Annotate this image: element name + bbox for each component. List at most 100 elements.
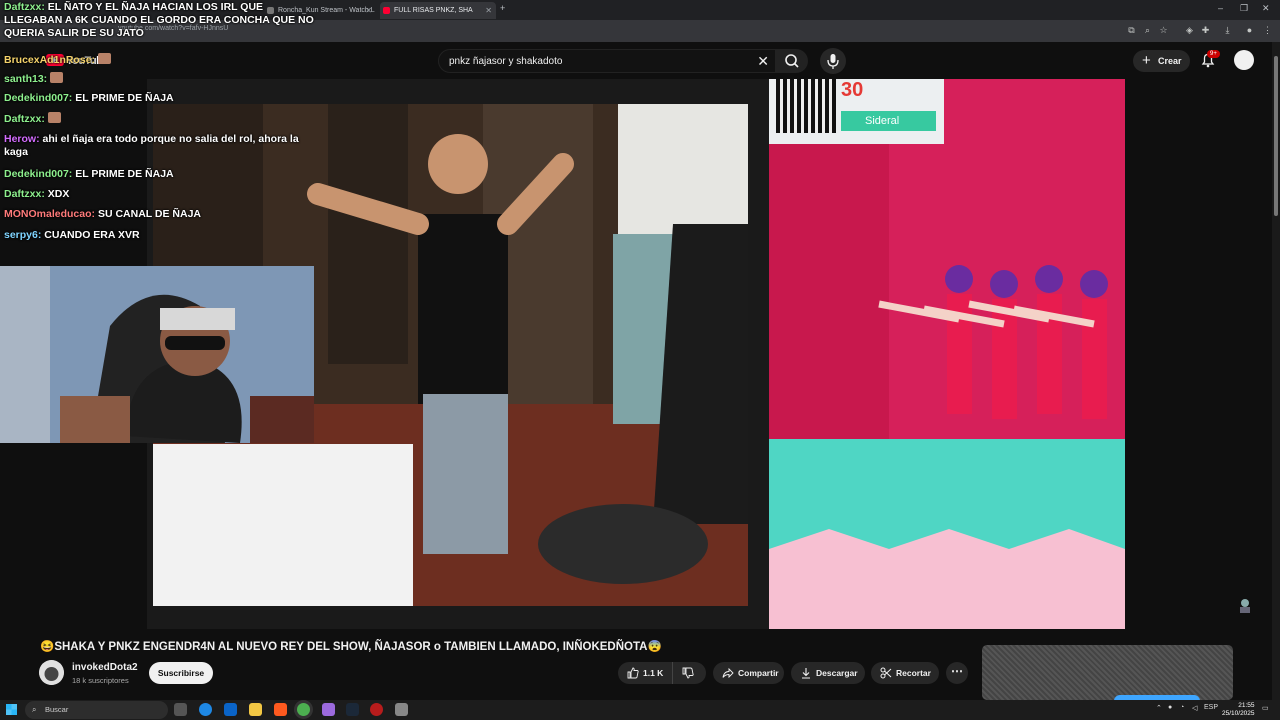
- chat-message: Daftzxx: XDX: [4, 188, 69, 201]
- puzzle-icon[interactable]: ✚: [1200, 25, 1211, 36]
- clear-search-icon[interactable]: ✕: [757, 53, 769, 70]
- video-title: 😆SHAKA Y PNKZ ENGENDR4N AL NUEVO REY DEL…: [40, 641, 662, 653]
- download-icon: [802, 668, 810, 679]
- clock-date: 25/10/2025: [1222, 710, 1255, 717]
- volume-icon[interactable]: ◁: [1192, 704, 1197, 712]
- avatar-sticker-icon: [1240, 599, 1250, 613]
- mic-icon[interactable]: ●: [1168, 704, 1172, 711]
- video-right-panel: 30 Sideral: [769, 79, 1125, 629]
- search-button[interactable]: [776, 49, 808, 73]
- share-icon: [722, 667, 734, 679]
- clip-button[interactable]: Recortar: [871, 662, 939, 684]
- close-icon[interactable]: ✕: [485, 2, 492, 19]
- edge-icon[interactable]: [199, 703, 212, 716]
- search-input[interactable]: pnkz ñajasor y shakadoto ✕: [438, 49, 776, 73]
- taskbar-search-placeholder: Buscar: [45, 705, 69, 714]
- chat-message: Dedekind007: EL PRIME DE ÑAJA: [4, 168, 174, 181]
- screen: Roncha_Kun Stream - Watch L ✕ FULL RISAS…: [0, 0, 1280, 720]
- windows-taskbar: ⌕ Buscar ⌃ ● ◔ ◁ ESP 21:55 25/10/2025 ▭: [0, 700, 1280, 720]
- shield-icon[interactable]: [395, 703, 408, 716]
- close-icon[interactable]: ✕: [365, 2, 372, 19]
- stream-chat-overlay: Daftzxx: EL ÑATO Y EL ÑAJA HACIAN LOS IR…: [0, 0, 330, 265]
- scissors-icon: [880, 667, 892, 679]
- chrome-icon[interactable]: [297, 703, 310, 716]
- qr-overlay: 30 Sideral: [769, 79, 944, 144]
- language-indicator[interactable]: ESP: [1204, 704, 1218, 711]
- clip-label: Recortar: [896, 668, 931, 678]
- app-icon[interactable]: [322, 703, 335, 716]
- chat-message: MONOmaleducao: SU CANAL DE ÑAJA: [4, 208, 201, 221]
- steam-icon[interactable]: [346, 703, 359, 716]
- chat-message: serpy6: CUANDO ERA XVR: [4, 229, 140, 242]
- download-label: Descargar: [816, 668, 858, 678]
- chat-text: CUANDO ERA XVR: [44, 229, 140, 241]
- channel-name[interactable]: invokedDota2: [72, 662, 138, 673]
- taskbar-search-input[interactable]: ⌕ Buscar: [25, 701, 168, 719]
- file-explorer-icon[interactable]: [249, 703, 262, 716]
- system-clock[interactable]: 21:55 25/10/2025: [1222, 702, 1255, 718]
- chevron-up-icon[interactable]: ⌃: [1156, 704, 1162, 712]
- extension-icon[interactable]: ◈: [1184, 25, 1195, 36]
- subscriber-count: 18 k suscriptores: [72, 676, 129, 685]
- chat-text: EL ÑATO Y EL ÑAJA HACIAN LOS IRL QUE LLE…: [4, 1, 314, 39]
- channel-avatar[interactable]: [39, 660, 64, 685]
- chat-username: Dedekind007:: [4, 168, 73, 180]
- chat-text: SU CANAL DE ÑAJA: [97, 208, 202, 220]
- app-icon[interactable]: [370, 703, 383, 716]
- task-view-icon[interactable]: [174, 703, 187, 716]
- create-button[interactable]: + Crear: [1133, 50, 1190, 72]
- dislike-button[interactable]: [672, 662, 706, 684]
- clock-time: 21:55: [1238, 702, 1255, 709]
- maximize-button[interactable]: ❐: [1240, 3, 1248, 14]
- chat-username: Dedekind007:: [4, 92, 73, 104]
- windows-start-icon[interactable]: [6, 704, 17, 715]
- profile-icon[interactable]: ●: [1244, 25, 1255, 36]
- outlook-icon[interactable]: [224, 703, 237, 716]
- install-icon[interactable]: ⧉: [1126, 25, 1137, 36]
- account-avatar[interactable]: [1234, 50, 1254, 70]
- new-tab-icon[interactable]: +: [500, 3, 505, 13]
- chat-username: Daftzxx:: [4, 113, 45, 125]
- like-button[interactable]: 1.1 K: [618, 662, 672, 684]
- minimize-button[interactable]: –: [1218, 3, 1223, 13]
- star-icon[interactable]: ☆: [1158, 25, 1169, 36]
- streamer-webcam: [0, 266, 314, 443]
- mic-icon: [827, 54, 839, 69]
- overlay-number: 30: [841, 79, 864, 101]
- chat-message: BrucexAd1nRose:: [4, 53, 111, 67]
- share-button[interactable]: Compartir: [713, 662, 784, 684]
- create-label: Crear: [1158, 56, 1182, 66]
- wifi-icon[interactable]: ◔: [1180, 704, 1184, 711]
- chat-text: XDX: [47, 188, 70, 200]
- chat-message: Daftzxx:: [4, 112, 61, 126]
- notifications-icon[interactable]: ▭: [1262, 704, 1269, 712]
- close-window-button[interactable]: ✕: [1262, 3, 1270, 14]
- downloads-icon[interactable]: ⤓: [1222, 25, 1233, 36]
- download-button[interactable]: Descargar: [791, 662, 865, 684]
- more-options-button[interactable]: ⋯: [946, 662, 968, 684]
- dance-game-scene-image: [769, 79, 1125, 629]
- brave-icon[interactable]: [274, 703, 287, 716]
- voice-search-button[interactable]: [820, 48, 846, 74]
- chat-text: ahi el ñaja era todo porque no salia del…: [4, 133, 299, 158]
- more-icon: ⋯: [951, 664, 963, 678]
- chat-message: Herow: ahi el ñaja era todo porque no sa…: [4, 133, 314, 159]
- tab-title: FULL RISAS PNKZ, SHA: [394, 7, 473, 14]
- chat-username: Daftzxx:: [4, 1, 45, 13]
- sidebar-ad-thumbnail[interactable]: [982, 645, 1233, 700]
- chat-username: santh13:: [4, 73, 48, 85]
- thumbs-up-icon: [627, 667, 639, 679]
- search-value: pnkz ñajasor y shakadoto: [449, 56, 563, 67]
- subscribe-button[interactable]: Suscribirse: [149, 662, 213, 684]
- chat-username: Daftzxx:: [4, 188, 45, 200]
- like-count: 1.1 K: [643, 668, 664, 678]
- zoom-icon[interactable]: ⌕: [1142, 25, 1153, 36]
- chat-text: EL PRIME DE ÑAJA: [75, 168, 174, 180]
- menu-icon[interactable]: ⋮: [1262, 25, 1273, 36]
- page-scrollbar[interactable]: [1272, 42, 1280, 700]
- emote-icon: [97, 53, 111, 64]
- share-label: Compartir: [738, 668, 779, 678]
- browser-tab-active[interactable]: FULL RISAS PNKZ, SHA ✕: [380, 2, 496, 19]
- scrollbar-thumb[interactable]: [1274, 56, 1278, 216]
- youtube-favicon-icon: [383, 7, 390, 14]
